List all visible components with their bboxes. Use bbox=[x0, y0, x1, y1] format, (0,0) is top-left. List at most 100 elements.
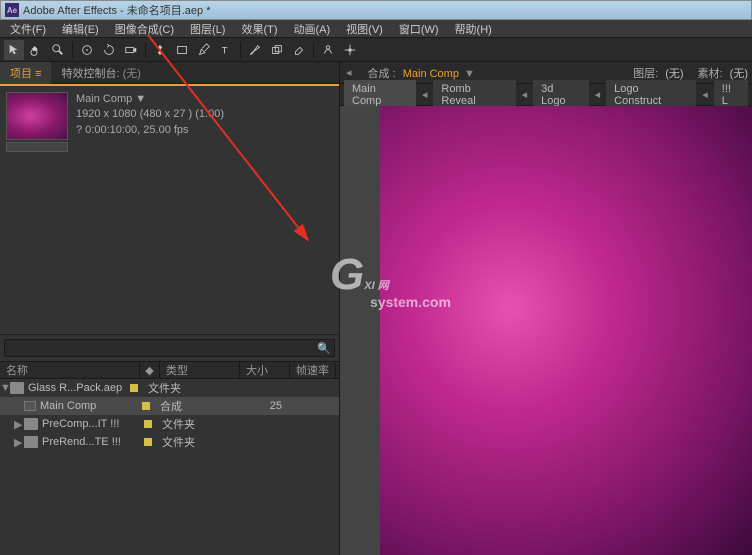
expand-arrow-icon[interactable]: ▶ bbox=[14, 418, 24, 431]
rotate-tool[interactable] bbox=[99, 40, 119, 60]
menu-view[interactable]: 视图(V) bbox=[338, 19, 391, 39]
menu-animation[interactable]: 动画(A) bbox=[286, 19, 339, 39]
item-name: Glass R...Pack.aep bbox=[24, 382, 124, 394]
layer-value: (无) bbox=[665, 68, 683, 80]
comp-tab[interactable]: Main Comp bbox=[344, 80, 416, 110]
folder-icon bbox=[24, 418, 38, 430]
footage-label: 素材: bbox=[694, 68, 727, 80]
menu-window[interactable]: 窗口(W) bbox=[391, 19, 447, 39]
project-thumbnail-area: Main Comp ▼ 1920 x 1080 (480 x 27 ) (1.0… bbox=[0, 84, 339, 158]
comp-tab[interactable]: Logo Construct bbox=[606, 80, 696, 110]
rectangle-tool[interactable] bbox=[172, 40, 192, 60]
comp-tab[interactable]: !!! L bbox=[714, 80, 748, 110]
menu-help[interactable]: 帮助(H) bbox=[447, 19, 500, 39]
expand-arrow-icon[interactable]: ▶ bbox=[14, 436, 24, 449]
folder-icon bbox=[10, 382, 24, 394]
chevron-left-icon[interactable]: ◂ bbox=[591, 88, 605, 101]
alpha-indicator bbox=[6, 142, 68, 152]
tab-effect-controls[interactable]: 特效控制台: (无) bbox=[51, 62, 150, 84]
toolbar-divider bbox=[240, 42, 241, 58]
comp-tab[interactable]: 3d Logo bbox=[533, 80, 589, 110]
item-type: 合成 bbox=[156, 398, 236, 414]
col-type[interactable]: 类型 bbox=[160, 362, 240, 378]
chevron-left-icon[interactable]: ◂ bbox=[698, 88, 712, 101]
menu-file[interactable]: 文件(F) bbox=[2, 19, 54, 39]
comp-tabs: Main Comp ◂ Romb Reveal ◂ 3d Logo ◂ Logo… bbox=[340, 84, 752, 106]
item-type: 文件夹 bbox=[158, 434, 238, 450]
menu-effect[interactable]: 效果(T) bbox=[233, 19, 285, 39]
puppet-tool[interactable] bbox=[340, 40, 360, 60]
comp-current[interactable]: Main Comp bbox=[403, 68, 459, 80]
roto-tool[interactable] bbox=[318, 40, 338, 60]
toolbar-divider bbox=[313, 42, 314, 58]
color-tag[interactable] bbox=[136, 402, 156, 410]
title-bar: Ae Adobe After Effects - 未命名项目.aep * bbox=[0, 0, 752, 20]
column-headers: 名称 ◆ 类型 大小 帧速率 bbox=[0, 361, 339, 379]
hand-tool[interactable] bbox=[26, 40, 46, 60]
tree-row[interactable]: Main Comp合成25 bbox=[0, 397, 339, 415]
tree-row[interactable]: ▼ Glass R...Pack.aep 文件夹 bbox=[0, 379, 339, 397]
chevron-left-icon[interactable]: ◂ bbox=[518, 88, 532, 101]
expand-arrow-icon[interactable]: ▼ bbox=[0, 382, 10, 394]
color-tag[interactable] bbox=[124, 384, 144, 392]
eraser-tool[interactable] bbox=[289, 40, 309, 60]
tab-project[interactable]: 项目 ≡ bbox=[0, 62, 51, 84]
camera-tool[interactable] bbox=[121, 40, 141, 60]
project-panel: 项目 ≡ 特效控制台: (无) Main Comp ▼ 1920 x 1080 … bbox=[0, 62, 340, 555]
zoom-tool[interactable] bbox=[48, 40, 68, 60]
comp-info: Main Comp ▼ 1920 x 1080 (480 x 27 ) (1.0… bbox=[76, 92, 224, 152]
selection-tool[interactable] bbox=[4, 40, 24, 60]
col-name[interactable]: 名称 bbox=[0, 362, 140, 378]
chevron-left-icon[interactable]: ◂ bbox=[346, 66, 352, 79]
orbit-tool[interactable] bbox=[77, 40, 97, 60]
toolbar: T bbox=[0, 38, 752, 62]
color-tag[interactable] bbox=[138, 420, 158, 428]
item-type: 文件夹 bbox=[144, 380, 224, 396]
item-name: Main Comp bbox=[36, 400, 136, 412]
col-size[interactable]: 大小 bbox=[240, 362, 290, 378]
comp-duration: ? 0:00:10:00, 25.00 fps bbox=[76, 123, 224, 138]
item-type: 文件夹 bbox=[158, 416, 238, 432]
window-title: Adobe After Effects - 未命名项目.aep * bbox=[23, 2, 211, 18]
color-tag[interactable] bbox=[138, 438, 158, 446]
tree-row[interactable]: ▶ PreRend...TE !!! 文件夹 bbox=[0, 433, 339, 451]
tab-menu-icon: ≡ bbox=[35, 68, 41, 80]
workspace: 项目 ≡ 特效控制台: (无) Main Comp ▼ 1920 x 1080 … bbox=[0, 62, 752, 555]
search-icon: 🔍 bbox=[317, 342, 331, 355]
menu-edit[interactable]: 编辑(E) bbox=[54, 19, 107, 39]
pen-tool[interactable] bbox=[194, 40, 214, 60]
footage-value: (无) bbox=[730, 68, 748, 80]
item-name: PreComp...IT !!! bbox=[38, 418, 138, 430]
type-tool[interactable]: T bbox=[216, 40, 236, 60]
composition-panel: ◂ 合成 : Main Comp ▼ 图层: (无) 素材: (无) Main … bbox=[340, 62, 752, 555]
svg-text:T: T bbox=[222, 45, 228, 56]
toolbar-divider bbox=[72, 42, 73, 58]
composition-viewer[interactable] bbox=[340, 106, 752, 555]
col-tag[interactable]: ◆ bbox=[140, 362, 160, 378]
menu-composition[interactable]: 图像合成(C) bbox=[107, 19, 182, 39]
comp-name-label[interactable]: Main Comp ▼ bbox=[76, 92, 224, 107]
dropdown-icon[interactable]: ▼ bbox=[464, 68, 475, 80]
clone-tool[interactable] bbox=[267, 40, 287, 60]
comp-dimensions: 1920 x 1080 (480 x 27 ) (1.00) bbox=[76, 107, 224, 122]
project-tree[interactable]: ▼Glass R...Pack.aep文件夹Main Comp合成25▶PreC… bbox=[0, 379, 339, 555]
comp-thumbnail[interactable] bbox=[6, 92, 68, 140]
spacer bbox=[0, 158, 339, 334]
comp-tab[interactable]: Romb Reveal bbox=[433, 80, 515, 110]
layer-label: 图层: bbox=[629, 68, 662, 80]
comp-label: 合成 : bbox=[364, 68, 400, 80]
item-name: PreRend...TE !!! bbox=[38, 436, 138, 448]
toolbar-divider bbox=[145, 42, 146, 58]
pan-behind-tool[interactable] bbox=[150, 40, 170, 60]
brush-tool[interactable] bbox=[245, 40, 265, 60]
panel-tabs: 项目 ≡ 特效控制台: (无) bbox=[0, 62, 339, 84]
menu-layer[interactable]: 图层(L) bbox=[182, 19, 233, 39]
search-input[interactable] bbox=[4, 339, 335, 357]
tree-row[interactable]: ▶ PreComp...IT !!! 文件夹 bbox=[0, 415, 339, 433]
folder-icon bbox=[24, 436, 38, 448]
menu-bar: 文件(F) 编辑(E) 图像合成(C) 图层(L) 效果(T) 动画(A) 视图… bbox=[0, 20, 752, 38]
search-bar: 🔍 bbox=[0, 334, 339, 361]
chevron-left-icon[interactable]: ◂ bbox=[418, 88, 432, 101]
col-rate[interactable]: 帧速率 bbox=[290, 362, 336, 378]
comp-icon bbox=[24, 401, 36, 411]
